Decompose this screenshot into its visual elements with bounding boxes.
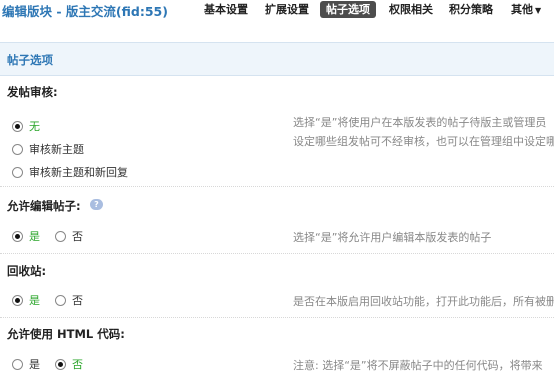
tab-permissions[interactable]: 权限相关 — [389, 1, 433, 18]
recycle-option-yes[interactable]: 是 — [12, 292, 40, 308]
recycle-no-label: 否 — [72, 294, 83, 307]
radio-checked[interactable] — [12, 120, 23, 132]
section-title: 帖子选项 — [7, 53, 53, 67]
allow-edit-option-yes[interactable]: 是 — [12, 228, 40, 244]
html-code-option-yes[interactable]: 是 — [12, 356, 40, 372]
recycle-bin-label: 回收站: — [7, 264, 47, 278]
tab-basic-settings[interactable]: 基本设置 — [204, 1, 248, 18]
radio-unchecked[interactable] — [55, 294, 66, 306]
allow-edit-label: 允许编辑帖子: — [7, 199, 81, 213]
tab-credits-policy[interactable]: 积分策略 — [449, 1, 493, 18]
radio-unchecked[interactable] — [55, 230, 66, 242]
html-code-yes-label: 是 — [29, 358, 40, 371]
html-code-no-label: 否 — [72, 358, 83, 371]
html-code-option-no[interactable]: 否 — [55, 356, 83, 372]
page-title: 编辑版块 - 版主交流(fid:55) — [2, 4, 168, 19]
moderation-option-new-threads-label: 审核新主题 — [29, 143, 84, 156]
moderation-label: 发帖审核: — [7, 85, 58, 99]
allow-edit-desc: 选择“是”将允许用户编辑本版发表的帖子 — [293, 231, 492, 244]
tab-more-label: 其他 — [511, 3, 533, 16]
radio-checked[interactable] — [55, 358, 66, 370]
moderation-option-new-threads[interactable]: 审核新主题 — [12, 141, 84, 157]
divider — [0, 253, 554, 254]
moderation-option-threads-and-replies-label: 审核新主题和新回复 — [29, 166, 128, 179]
top-bar: 编辑版块 - 版主交流(fid:55) 基本设置 扩展设置 帖子选项 权限相关 … — [0, 0, 554, 19]
tab-post-options[interactable]: 帖子选项 — [320, 1, 376, 18]
radio-unchecked[interactable] — [12, 143, 23, 155]
allow-edit-option-no[interactable]: 否 — [55, 228, 83, 244]
divider — [0, 186, 554, 187]
section-header: 帖子选项 — [0, 42, 554, 76]
allow-edit-no-label: 否 — [72, 230, 83, 243]
allow-edit-yes-label: 是 — [29, 230, 40, 243]
tab-more[interactable]: 其他 ▼ — [511, 1, 541, 18]
tab-extended-settings[interactable]: 扩展设置 — [265, 1, 309, 18]
moderation-desc-line-2: 设定哪些组发帖可不经审核，也可以在管理组中设定哪 — [293, 135, 554, 148]
html-code-label: 允许使用 HTML 代码: — [7, 327, 125, 341]
moderation-option-threads-and-replies[interactable]: 审核新主题和新回复 — [12, 164, 128, 180]
recycle-desc: 是否在本版启用回收站功能，打开此功能后，所有被删 — [293, 295, 554, 308]
moderation-option-none[interactable]: 无 — [12, 118, 40, 134]
moderation-option-none-label: 无 — [29, 120, 40, 133]
html-code-desc: 注意: 选择“是”将不屏蔽帖子中的任何代码，将带来 — [293, 359, 543, 372]
recycle-yes-label: 是 — [29, 294, 40, 307]
radio-checked[interactable] — [12, 294, 23, 306]
dropdown-arrow-icon: ▼ — [535, 6, 542, 15]
recycle-option-no[interactable]: 否 — [55, 292, 83, 308]
radio-unchecked[interactable] — [12, 358, 23, 370]
divider — [0, 317, 554, 318]
moderation-desc-line-1: 选择“是”将使用户在本版发表的帖子待版主或管理员 — [293, 116, 547, 129]
help-icon[interactable]: ? — [90, 199, 103, 210]
radio-unchecked[interactable] — [12, 166, 23, 178]
radio-checked[interactable] — [12, 230, 23, 242]
